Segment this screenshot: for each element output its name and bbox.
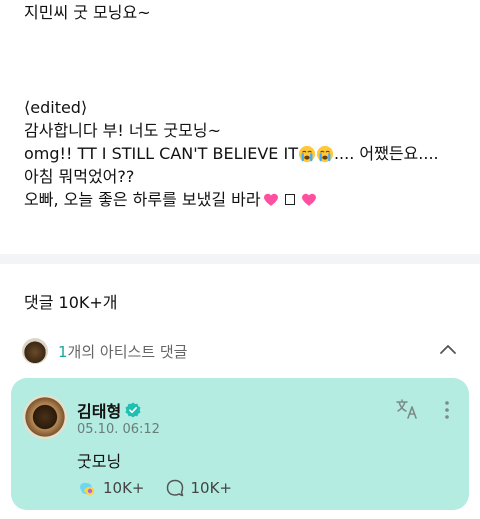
post-line-1: 감사합니다 부! 너도 굿모닝~ — [24, 120, 221, 140]
comment-timestamp: 05.10. 06:12 — [77, 422, 160, 437]
comment-text: 굿모닝 — [77, 452, 122, 471]
artist-avatar-small — [22, 338, 48, 364]
post-line-4-text: 오빠, 오늘 좋은 하루를 보냈길 바라 — [24, 189, 261, 209]
artist-comments-toggle[interactable]: 1개의 아티스트 댓글 — [22, 336, 462, 366]
unknown-glyph-icon — [284, 194, 295, 205]
comment-actions: 10K+ 10K+ — [77, 478, 252, 498]
post-line-2-text-b: .... 어쨌든요.... — [333, 143, 439, 163]
chevron-up-icon[interactable] — [438, 340, 458, 360]
artist-comments-label: 1개의 아티스트 댓글 — [58, 341, 187, 362]
edited-tag: ⟨edited⟩ — [24, 97, 88, 117]
reply-icon[interactable] — [165, 478, 185, 498]
avatar[interactable] — [23, 395, 67, 439]
post-line-2-text-a: omg!! TT I STILL CAN'T BELIEVE IT — [24, 143, 298, 163]
comment-count: 댓글 10K+개 — [24, 293, 118, 312]
artist-comment-text: 개의 아티스트 댓글 — [67, 342, 188, 361]
post-line-4: 오빠, 오늘 좋은 하루를 보냈길 바라 — [24, 188, 439, 211]
post-body: ⟨edited⟩ 감사합니다 부! 너도 굿모닝~ omg!! TT I STI… — [24, 96, 439, 211]
like-icon[interactable] — [77, 478, 97, 498]
section-divider — [0, 254, 480, 264]
post-greeting: 지민씨 굿 모닝요~ — [24, 3, 151, 22]
artist-comment-number: 1 — [58, 342, 68, 361]
more-options-icon[interactable] — [439, 400, 455, 420]
crying-face-icon — [298, 145, 316, 162]
post-line-3: 아침 뭐먹었어?? — [24, 166, 135, 186]
heart-icon — [301, 193, 316, 206]
artist-comment-card: 김태형 05.10. 06:12 굿모닝 10K+ 10K+ — [11, 378, 469, 510]
translate-icon[interactable] — [395, 398, 419, 420]
comment-author: 김태형 — [77, 398, 141, 422]
post-line-2: omg!! TT I STILL CAN'T BELIEVE IT .... 어… — [24, 142, 439, 165]
like-count: 10K+ — [103, 479, 145, 497]
heart-icon — [263, 193, 278, 206]
author-name[interactable]: 김태형 — [77, 398, 121, 422]
reply-count: 10K+ — [190, 479, 233, 497]
verified-badge-icon — [125, 402, 141, 418]
crying-face-icon — [316, 145, 334, 162]
